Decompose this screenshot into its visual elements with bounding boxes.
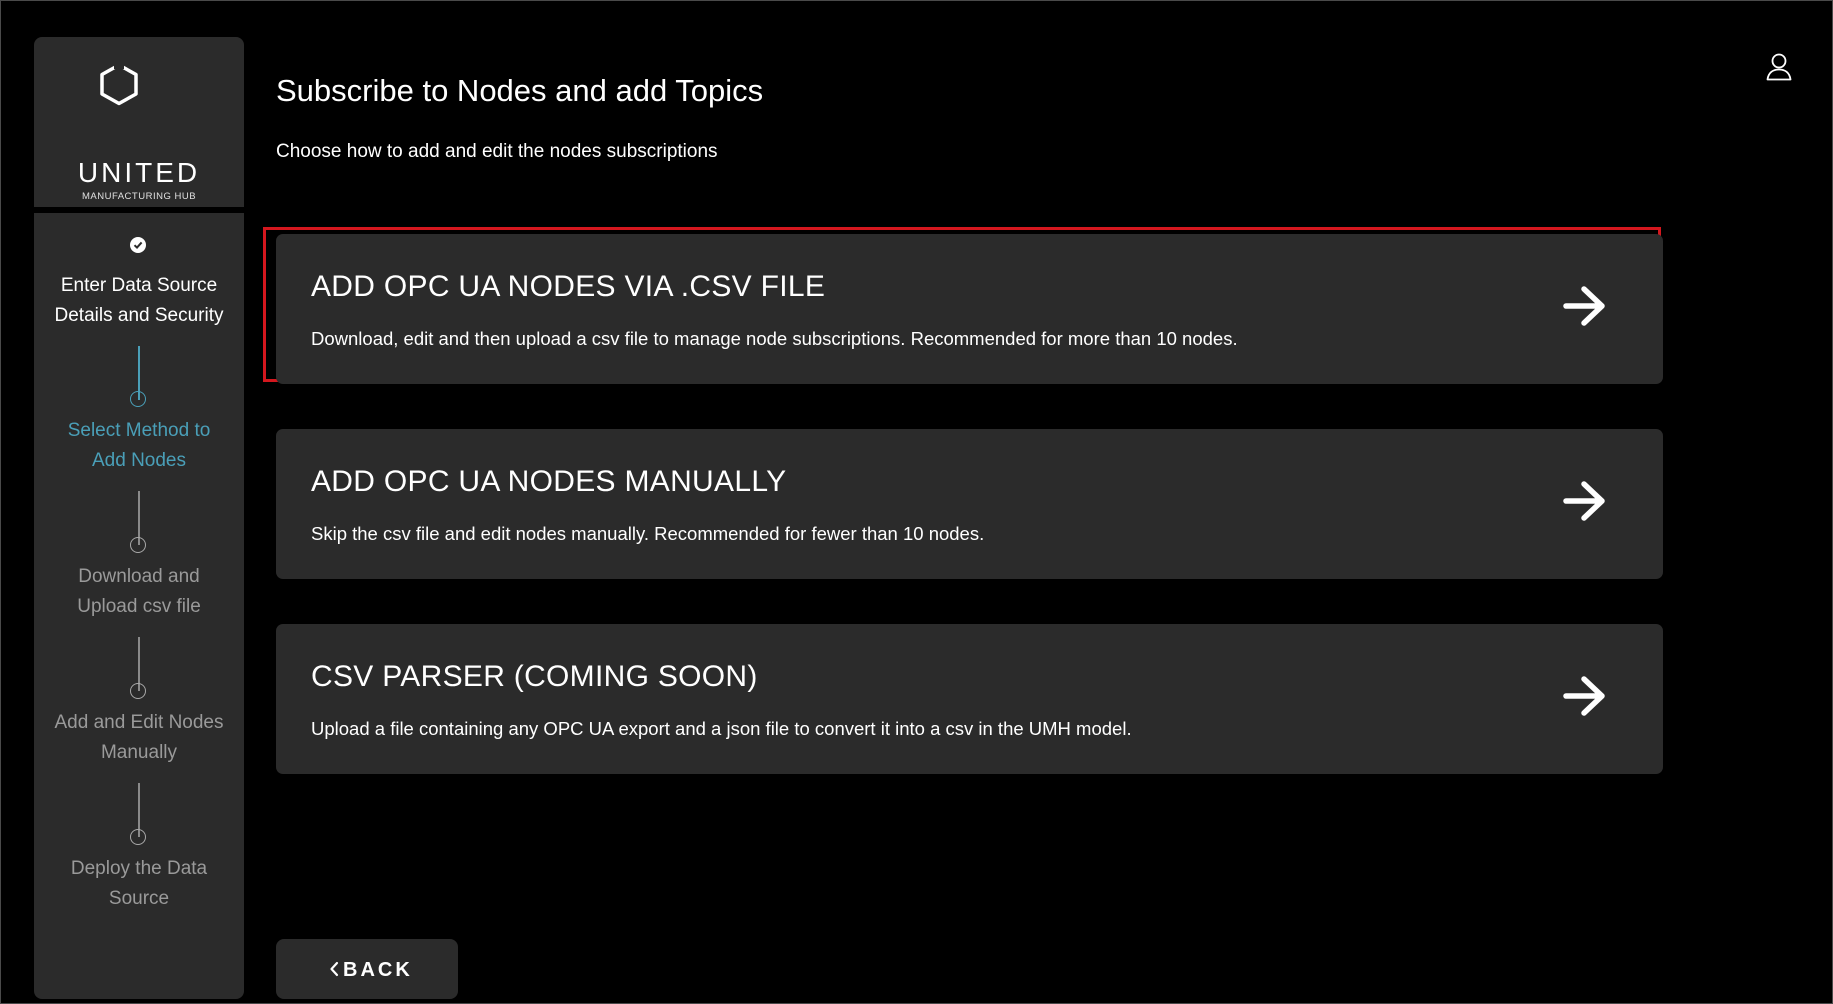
step-label-edit-manually: Add and Edit Nodes Manually: [54, 712, 224, 763]
chevron-left-icon: [330, 961, 339, 977]
step-active-circle-icon: [130, 391, 146, 407]
option-csv-file[interactable]: ADD OPC UA NODES VIA .CSV FILE Download,…: [276, 234, 1663, 384]
arrow-right-icon[interactable]: [1562, 674, 1608, 718]
wizard-page: UNITED MANUFACTURING HUB Enter Data Sour…: [0, 0, 1833, 1004]
hexagon-logo-icon: [100, 61, 138, 106]
user-icon[interactable]: [1766, 53, 1792, 81]
option-description: Upload a file containing any OPC UA expo…: [311, 718, 1132, 739]
option-description: Download, edit and then upload a csv fil…: [311, 328, 1238, 349]
wizard-stepper: Enter Data Source Details and Security S…: [34, 213, 244, 999]
step-label-download-upload: Download and Upload csv file: [77, 566, 201, 617]
back-button[interactable]: BACK: [276, 939, 458, 999]
arrow-right-icon[interactable]: [1562, 479, 1608, 523]
step-done-check-icon: [130, 237, 146, 253]
page-subtitle: Choose how to add and edit the nodes sub…: [276, 141, 718, 162]
step-pending-circle-icon: [130, 829, 146, 845]
brand-name: UNITED: [77, 157, 201, 188]
step-label-deploy: Deploy the Data Source: [70, 858, 208, 909]
option-manual[interactable]: ADD OPC UA NODES MANUALLY Skip the csv f…: [276, 429, 1663, 579]
step-label-select-method: Select Method to Add Nodes: [67, 420, 211, 471]
option-title: ADD OPC UA NODES VIA .CSV FILE: [311, 270, 826, 303]
step-label-data-source: Enter Data Source Details and Security: [54, 275, 224, 326]
sidebar-logo-panel: UNITED MANUFACTURING HUB: [34, 37, 244, 207]
step-pending-circle-icon: [130, 683, 146, 699]
option-description: Skip the csv file and edit nodes manuall…: [311, 523, 985, 544]
back-label: BACK: [343, 959, 413, 981]
option-title: ADD OPC UA NODES MANUALLY: [311, 465, 787, 498]
option-csv-parser[interactable]: CSV PARSER (COMING SOON) Upload a file c…: [276, 624, 1663, 774]
page-title: Subscribe to Nodes and add Topics: [276, 73, 764, 108]
brand-tagline: MANUFACTURING HUB: [81, 191, 197, 202]
option-title: CSV PARSER (COMING SOON): [311, 660, 758, 693]
arrow-right-icon[interactable]: [1562, 284, 1608, 328]
step-pending-circle-icon: [130, 537, 146, 553]
